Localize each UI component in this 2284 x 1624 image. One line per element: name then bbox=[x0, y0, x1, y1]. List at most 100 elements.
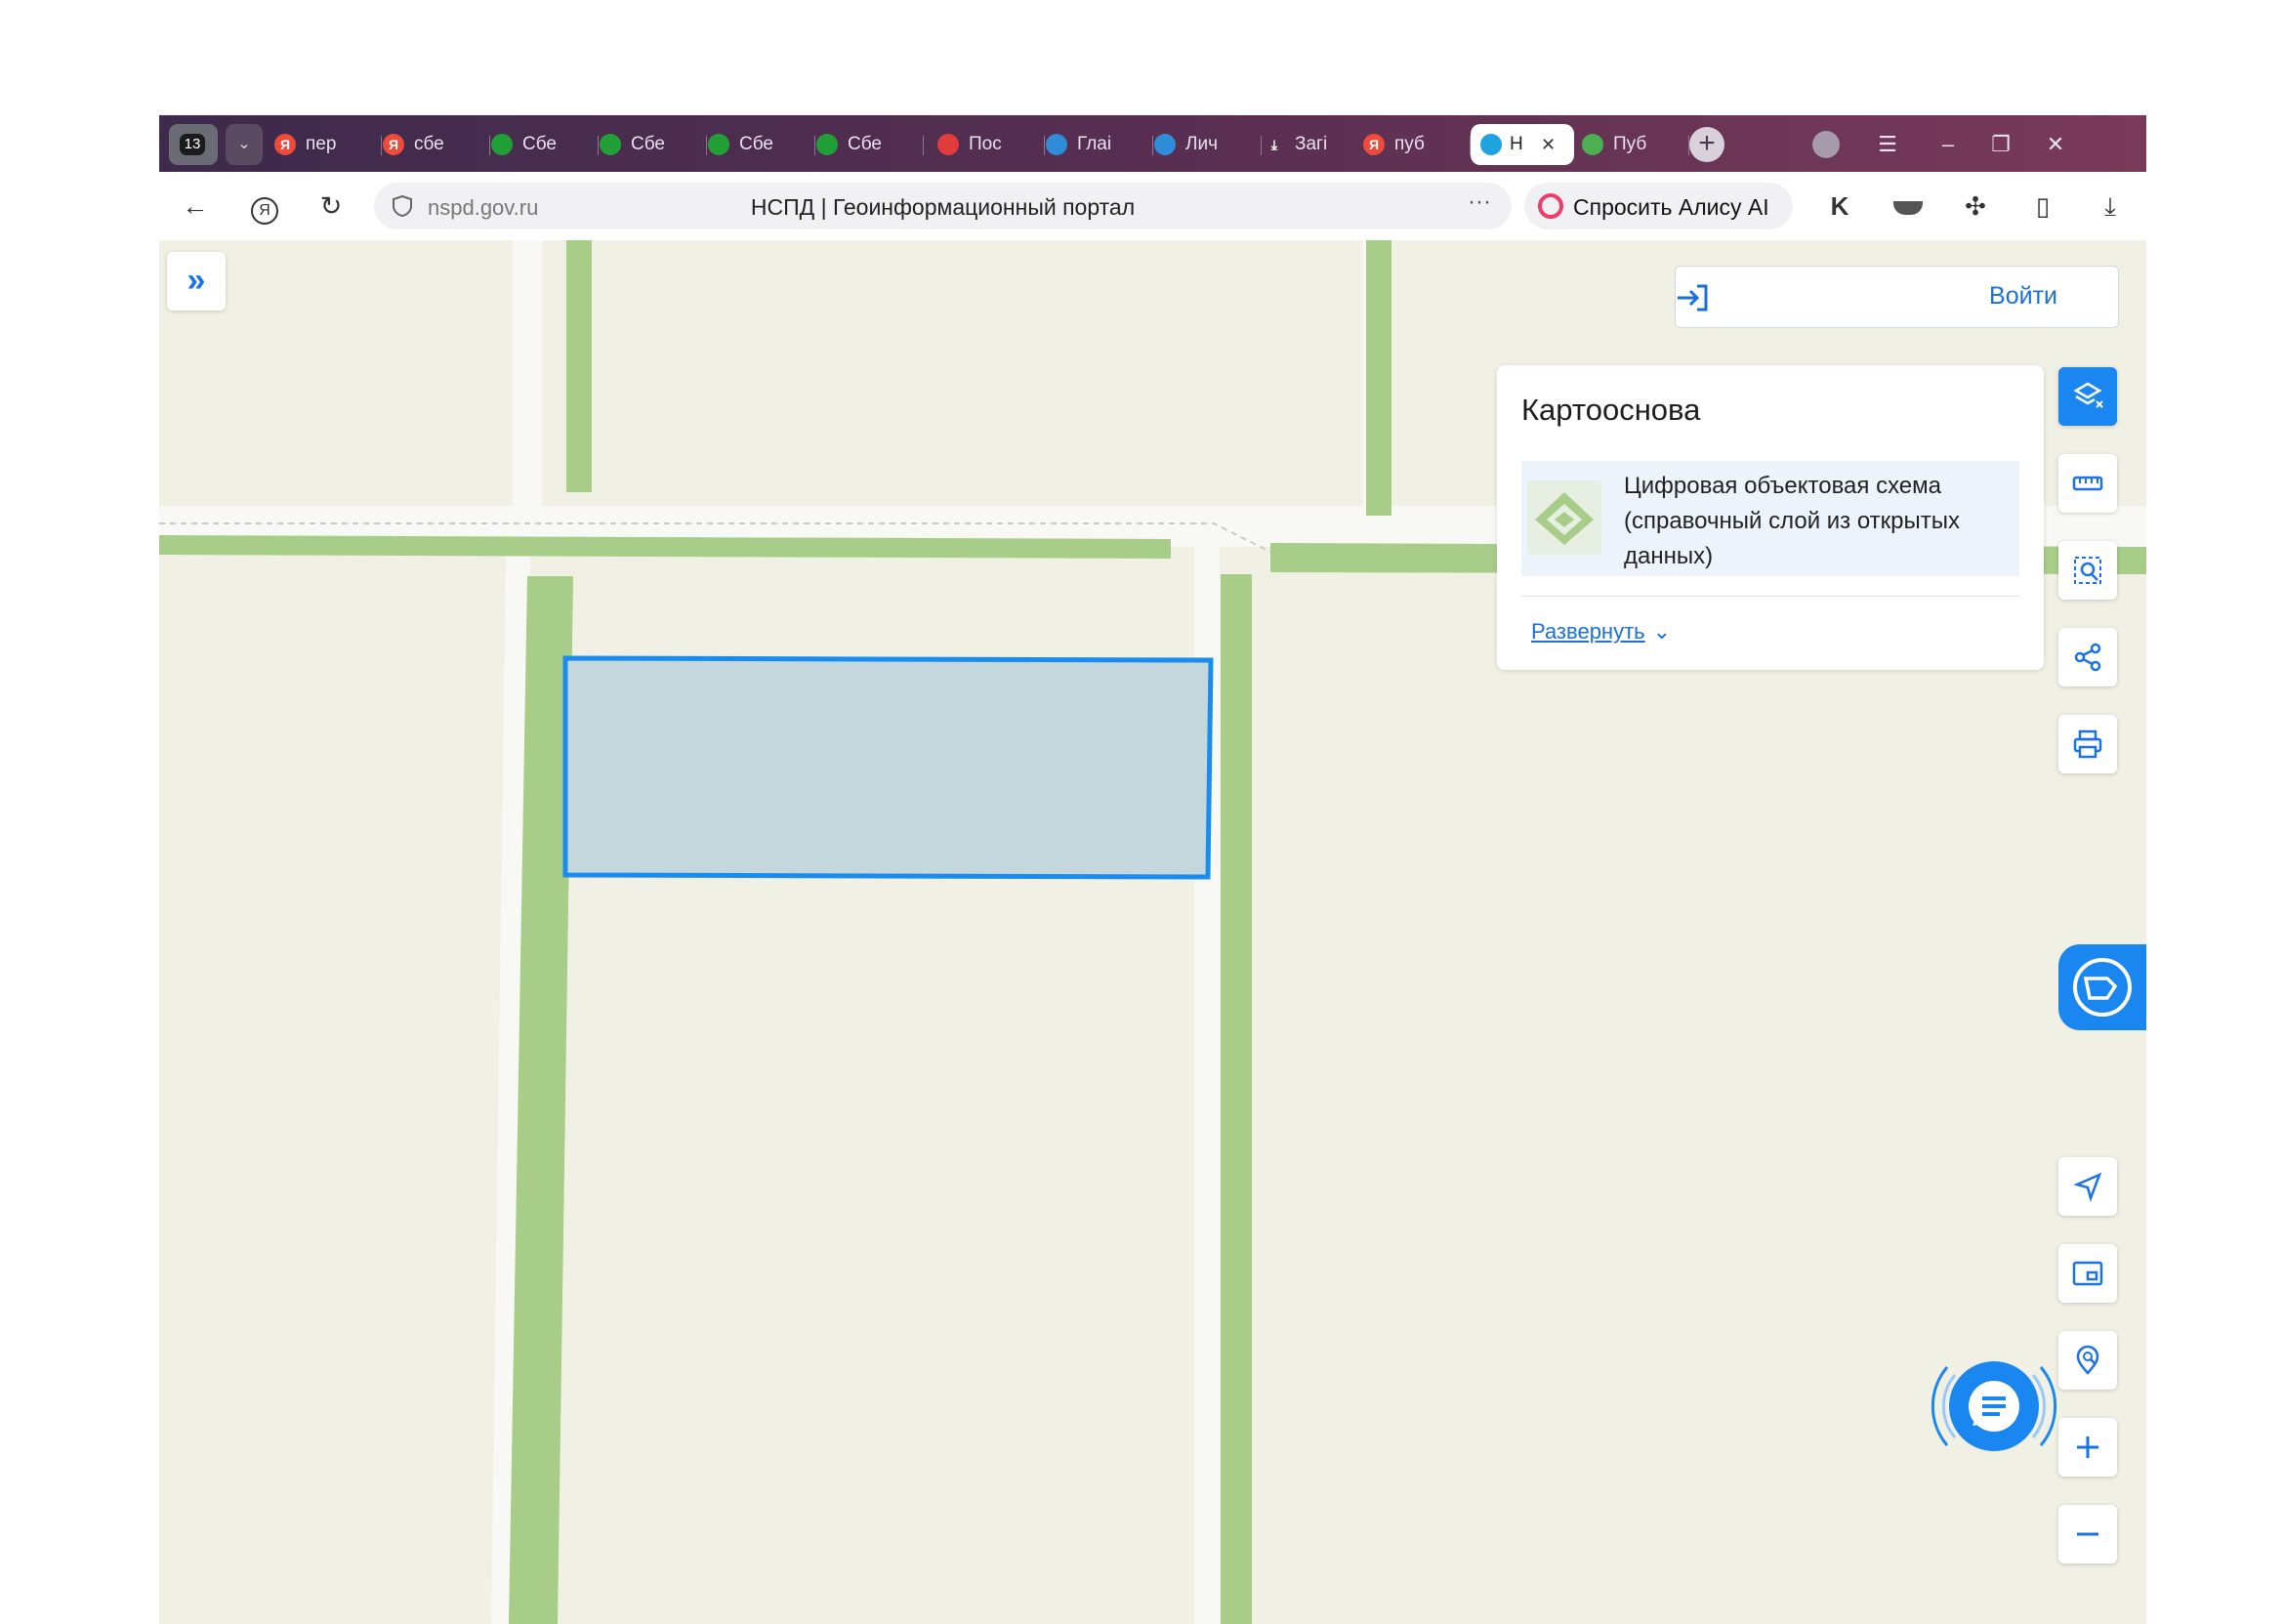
reading-list-icon[interactable]: ▯ bbox=[2022, 186, 2063, 227]
tab-manager-icon[interactable]: ☰ bbox=[1868, 124, 1907, 165]
share-icon bbox=[2074, 643, 2101, 672]
green-strip bbox=[566, 240, 592, 492]
search-location-button[interactable] bbox=[2058, 1331, 2117, 1390]
browser-tab[interactable]: ⤓ Загі bbox=[1264, 124, 1371, 165]
gosuslugi-icon bbox=[1046, 134, 1067, 155]
puzzle-color-icon bbox=[1582, 134, 1603, 155]
map-view[interactable]: » Войти Картооснова Цифровая объектовая … bbox=[159, 240, 2146, 1624]
print-icon bbox=[2073, 729, 2102, 759]
tab-separator bbox=[381, 136, 382, 155]
alisa-icon bbox=[1538, 193, 1563, 219]
chat-button[interactable] bbox=[1931, 1353, 2057, 1461]
zoom-out-button[interactable] bbox=[2058, 1505, 2117, 1563]
tab-label: Пуб bbox=[1613, 134, 1647, 154]
browser-tab[interactable]: Глаі bbox=[1046, 124, 1153, 165]
ask-alisa-button[interactable]: Спросить Алису AI bbox=[1524, 183, 1793, 229]
assistant-icon bbox=[2073, 958, 2132, 1017]
tab-separator bbox=[489, 136, 490, 155]
ask-alisa-label: Спросить Алису AI bbox=[1573, 194, 1769, 220]
assistant-button[interactable] bbox=[2058, 944, 2146, 1030]
kaspersky-extension-icon[interactable]: K bbox=[1819, 186, 1860, 227]
tab-label: Пос bbox=[969, 134, 1002, 154]
close-window-icon[interactable]: ✕ bbox=[2036, 124, 2075, 165]
sber-icon bbox=[491, 134, 513, 155]
login-button[interactable]: Войти bbox=[1675, 266, 2119, 328]
page-title: НСПД | Геоинформационный портал bbox=[750, 194, 1136, 220]
restore-icon[interactable]: ❐ bbox=[1981, 124, 2020, 165]
tab-label: Сбе bbox=[522, 134, 557, 154]
more-icon[interactable]: ··· bbox=[1468, 188, 1491, 216]
close-tab-icon[interactable]: ✕ bbox=[1541, 124, 1556, 165]
road-upper-left bbox=[513, 240, 542, 506]
browser-tab[interactable]: Сбе bbox=[600, 124, 707, 165]
tab-label: пер bbox=[306, 134, 337, 154]
new-tab-button[interactable]: + bbox=[1689, 127, 1724, 162]
browser-tab[interactable]: Пос bbox=[937, 124, 1045, 165]
browser-tab[interactable]: Япуб bbox=[1363, 124, 1471, 165]
nspd-icon bbox=[1480, 134, 1502, 155]
expand-link[interactable]: Развернуть ⌄ bbox=[1531, 619, 1671, 645]
minimap-button[interactable] bbox=[2058, 1244, 2117, 1303]
tab-separator bbox=[598, 136, 599, 155]
browser-tab[interactable]: Сбе bbox=[491, 124, 599, 165]
green-strip bbox=[159, 535, 1171, 559]
tab-separator bbox=[814, 136, 815, 155]
reload-icon[interactable]: ↻ bbox=[311, 186, 352, 227]
chat-icon bbox=[1931, 1361, 2057, 1451]
browser-tab[interactable]: Пуб bbox=[1582, 124, 1689, 165]
basemap-item-label: Цифровая объектовая схема (справочный сл… bbox=[1624, 473, 1960, 569]
select-area-button[interactable] bbox=[2058, 541, 2117, 600]
tab-label: Сбе bbox=[739, 134, 773, 154]
extension-icon[interactable] bbox=[1888, 186, 1929, 227]
address-bar[interactable]: nspd.gov.ru НСПД | Геоинформационный пор… bbox=[374, 183, 1705, 229]
tab-label: Сбе bbox=[631, 134, 665, 154]
zoom-in-icon bbox=[2077, 1437, 2098, 1458]
gosuslugi-icon bbox=[1154, 134, 1176, 155]
tab-separator bbox=[923, 136, 924, 155]
ruler-icon bbox=[2072, 476, 2103, 491]
tab-label: пуб bbox=[1394, 134, 1425, 154]
chevron-down-icon: ⌄ bbox=[1652, 619, 1672, 644]
tab-label: Глаі bbox=[1077, 134, 1112, 154]
tab-label: Лич bbox=[1185, 134, 1218, 154]
tab-label: сбе bbox=[414, 134, 444, 154]
locate-icon bbox=[2073, 1172, 2102, 1203]
yandex-icon: Я bbox=[383, 134, 404, 155]
basemap-item[interactable]: Цифровая объектовая схема (справочный сл… bbox=[1521, 461, 2019, 576]
minimize-icon[interactable]: – bbox=[1929, 124, 1968, 165]
locate-button[interactable] bbox=[2058, 1157, 2117, 1216]
measure-button[interactable] bbox=[2058, 454, 2117, 513]
tab-counter-button[interactable]: 13 bbox=[169, 124, 218, 165]
divider bbox=[1521, 596, 2019, 597]
sber-icon bbox=[708, 134, 729, 155]
extensions-puzzle-icon[interactable]: ✣ bbox=[1955, 186, 1996, 227]
browser-tab[interactable]: Япер bbox=[274, 124, 382, 165]
layers-icon bbox=[2073, 382, 2103, 408]
browser-tab[interactable]: Сбе bbox=[816, 124, 924, 165]
zoom-out-icon bbox=[2077, 1532, 2098, 1536]
browser-tab[interactable]: Лич bbox=[1154, 124, 1262, 165]
yandex-home-icon[interactable]: Я bbox=[244, 186, 285, 227]
tab-label: Загі bbox=[1295, 134, 1328, 154]
browser-window: 13 ⌄ Япер Ясбе Сбе Сбе Сбе Сбе Пос Глаі Лич ⤓ Загі… bbox=[159, 115, 2146, 1624]
zoom-in-button[interactable] bbox=[2058, 1418, 2117, 1477]
selected-parcel[interactable] bbox=[562, 655, 1214, 880]
back-icon[interactable]: ← bbox=[175, 186, 216, 227]
sber-icon bbox=[600, 134, 621, 155]
browser-tab[interactable]: Ясбе bbox=[383, 124, 490, 165]
tab-separator bbox=[1261, 136, 1262, 155]
layers-button[interactable] bbox=[2058, 367, 2117, 426]
chevron-down-icon[interactable]: ⌄ bbox=[226, 124, 263, 165]
login-label: Войти bbox=[1989, 282, 2057, 310]
profile-icon[interactable] bbox=[1806, 124, 1846, 165]
expand-sidebar-button[interactable]: » bbox=[167, 252, 226, 311]
print-button[interactable] bbox=[2058, 715, 2117, 773]
downloads-icon[interactable]: ⤓ bbox=[2090, 186, 2131, 227]
yandex-icon: Я bbox=[274, 134, 296, 155]
expand-link-label: Развернуть bbox=[1531, 619, 1645, 644]
green-strip bbox=[1221, 574, 1252, 1624]
basemap-title: Картооснова bbox=[1521, 393, 1701, 427]
browser-tab[interactable]: Сбе bbox=[708, 124, 815, 165]
browser-tab[interactable]: Н ✕ bbox=[1471, 124, 1574, 165]
share-button[interactable] bbox=[2058, 628, 2117, 687]
